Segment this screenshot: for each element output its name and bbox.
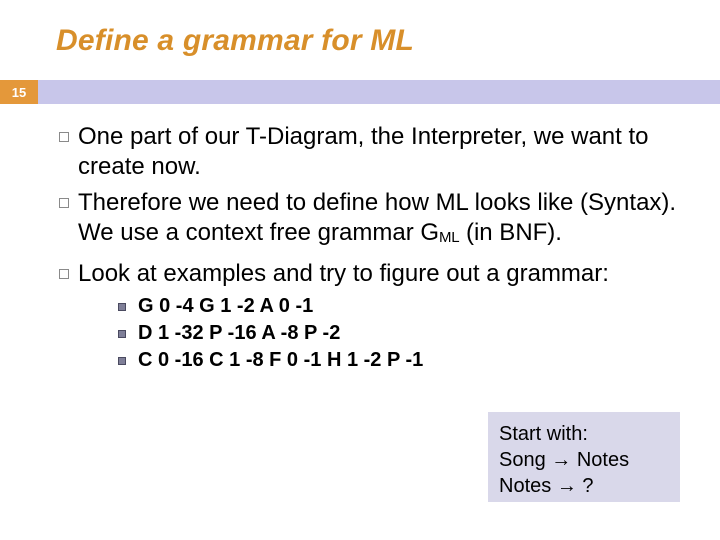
hint-line-1: Start with: xyxy=(499,421,669,447)
example-text: D 1 -32 P -16 A -8 P -2 xyxy=(138,322,340,345)
arrow-right-icon: → xyxy=(557,475,577,497)
sub-bullet-marker xyxy=(118,357,138,365)
bullet-text: One part of our T-Diagram, the Interpret… xyxy=(78,122,690,182)
bullet-text-span: Therefore we need to define how ML looks… xyxy=(78,189,676,246)
bullet-text: Look at examples and try to figure out a… xyxy=(78,259,690,289)
square-outline-icon xyxy=(59,132,69,142)
square-filled-icon xyxy=(118,357,126,365)
bullet-text-tail: (in BNF). xyxy=(459,219,562,246)
square-outline-icon xyxy=(59,269,69,279)
example-item: G 0 -4 G 1 -2 A 0 -1 xyxy=(118,295,690,318)
hint-text: Song xyxy=(499,449,551,471)
hint-text: ? xyxy=(577,475,594,497)
square-outline-icon xyxy=(59,198,69,208)
bullet-item: Therefore we need to define how ML looks… xyxy=(50,188,690,253)
grammar-symbol: GML xyxy=(420,219,459,246)
sub-bullet-marker xyxy=(118,330,138,338)
sub-bullet-marker xyxy=(118,303,138,311)
bullet-marker xyxy=(50,259,78,279)
example-text: G 0 -4 G 1 -2 A 0 -1 xyxy=(138,295,313,318)
example-item: C 0 -16 C 1 -8 F 0 -1 H 1 -2 P -1 xyxy=(118,349,690,372)
hint-text: Notes xyxy=(571,449,629,471)
example-list: G 0 -4 G 1 -2 A 0 -1 D 1 -32 P -16 A -8 … xyxy=(118,295,690,372)
bullet-item: Look at examples and try to figure out a… xyxy=(50,259,690,289)
square-filled-icon xyxy=(118,330,126,338)
example-text: C 0 -16 C 1 -8 F 0 -1 H 1 -2 P -1 xyxy=(138,349,423,372)
grammar-g: G xyxy=(420,219,439,246)
bullet-marker xyxy=(50,188,78,208)
page-number-badge: 15 xyxy=(0,80,38,104)
grammar-sub-ml: ML xyxy=(439,229,459,246)
hint-line-2: Song → Notes xyxy=(499,447,669,473)
hint-box: Start with: Song → Notes Notes → ? xyxy=(488,412,680,502)
bullet-item: One part of our T-Diagram, the Interpret… xyxy=(50,122,690,182)
square-filled-icon xyxy=(118,303,126,311)
arrow-right-icon: → xyxy=(551,449,571,471)
hint-line-3: Notes → ? xyxy=(499,473,669,499)
example-item: D 1 -32 P -16 A -8 P -2 xyxy=(118,322,690,345)
bullet-marker xyxy=(50,122,78,142)
slide-title: Define a grammar for ML xyxy=(56,24,414,58)
bullet-text: Therefore we need to define how ML looks… xyxy=(78,188,690,253)
slide-body: One part of our T-Diagram, the Interpret… xyxy=(50,122,690,376)
title-separator-bar xyxy=(0,80,720,104)
hint-text: Notes xyxy=(499,475,557,497)
